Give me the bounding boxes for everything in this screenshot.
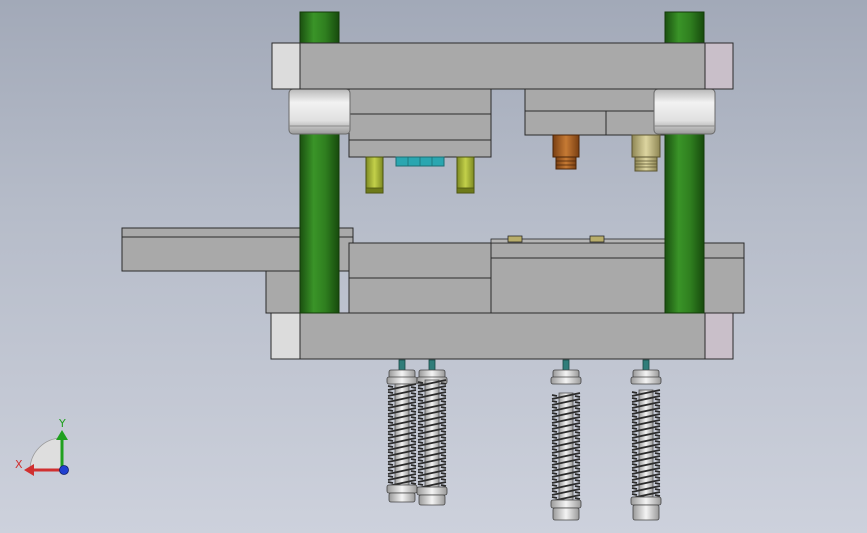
triad-base-icon (29, 437, 63, 471)
coordinate-triad: Y X (15, 417, 69, 476)
pilot-pin-right[interactable] (456, 156, 475, 194)
z-axis-dot-icon (59, 465, 69, 475)
spring-top-collar (630, 376, 662, 385)
pilot-pin-left[interactable] (365, 156, 384, 194)
stripper-spring-assembly[interactable] (386, 359, 418, 503)
upper-punch-holder-right[interactable] (524, 88, 666, 136)
lower-die-shoe[interactable] (270, 312, 734, 360)
spring-bottom-nut (418, 494, 446, 506)
orange-punch[interactable] (552, 134, 580, 170)
spring-coil (387, 383, 417, 487)
x-axis-label: X (15, 458, 23, 471)
spring-bottom-nut (388, 492, 416, 503)
upper-die-shoe[interactable] (271, 42, 734, 90)
spring-bottom-washer (386, 484, 418, 494)
y-axis-label: Y (58, 417, 66, 430)
spring-bottom-nut (632, 504, 660, 521)
stripper-spring-assembly[interactable] (416, 359, 448, 506)
spring-top-collar (550, 376, 582, 385)
spring-assemblies (386, 359, 662, 521)
y-axis-arrowhead-icon (56, 430, 68, 440)
guide-bushing-right[interactable] (653, 88, 716, 135)
spring-bottom-washer (416, 486, 448, 496)
guide-bushing-left[interactable] (288, 88, 351, 135)
upper-punch-holder-left[interactable] (348, 88, 492, 158)
beige-punch[interactable] (631, 134, 661, 172)
spring-bottom-nut (552, 507, 580, 521)
spring-bottom-washer (550, 499, 582, 509)
cyan-punch[interactable] (395, 156, 445, 167)
cad-viewport[interactable]: Y X (0, 0, 867, 533)
spring-top-collar (386, 376, 418, 385)
stripper-spring-assembly[interactable] (630, 359, 662, 521)
x-axis-arrowhead-icon (24, 464, 34, 476)
stripper-spring-assembly[interactable] (550, 359, 582, 521)
spring-bottom-washer (630, 496, 662, 506)
